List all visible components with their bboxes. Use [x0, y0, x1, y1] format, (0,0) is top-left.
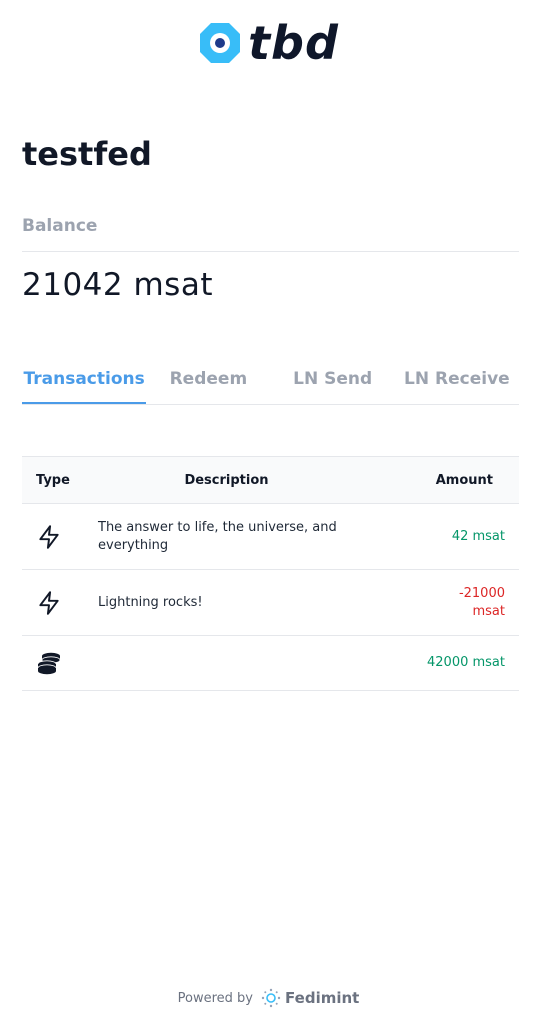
fedimint-logo[interactable]: Fedimint [261, 988, 359, 1008]
tab-ln-send[interactable]: LN Send [271, 359, 395, 404]
row-amount: 42000 msat [427, 655, 505, 670]
transactions-table: Type Description Amount The answer to li… [22, 456, 519, 691]
row-amount: 42 msat [451, 528, 505, 544]
row-amount: -21000 msat [458, 585, 505, 619]
balance-value: 21042 msat [22, 267, 213, 303]
row-description: Lightning rocks! [98, 594, 203, 610]
app-logo: tbd [0, 20, 537, 66]
fedimint-brand-text: Fedimint [285, 989, 360, 1007]
table-header: Type Description Amount [22, 457, 519, 504]
lightning-icon [39, 524, 59, 549]
balance-divider [22, 251, 519, 252]
tab-transactions[interactable]: Transactions [22, 359, 147, 404]
fedimint-icon [261, 988, 281, 1008]
lightning-icon [39, 590, 59, 615]
footer: Powered by Fedimint [0, 986, 537, 1010]
logo-text: tbd [248, 16, 339, 70]
balance-label: Balance [22, 216, 98, 236]
tab-ln-receive[interactable]: LN Receive [395, 359, 519, 404]
header-amount: Amount [435, 472, 493, 488]
federation-name: testfed [22, 135, 152, 173]
logo-mark-icon [200, 23, 241, 63]
powered-by-label: Powered by [177, 990, 254, 1006]
header-type: Type [36, 472, 70, 488]
header-description: Description [184, 472, 269, 488]
tab-bar: Transactions Redeem LN Send LN Receive [22, 359, 519, 405]
table-row: 42000 msat [22, 636, 519, 691]
tab-redeem[interactable]: Redeem [146, 359, 270, 404]
coins-icon [37, 652, 61, 675]
table-row: Lightning rocks! -21000 msat [22, 570, 519, 636]
table-row: The answer to life, the universe, and ev… [22, 504, 519, 570]
row-description: The answer to life, the universe, and ev… [98, 519, 337, 553]
